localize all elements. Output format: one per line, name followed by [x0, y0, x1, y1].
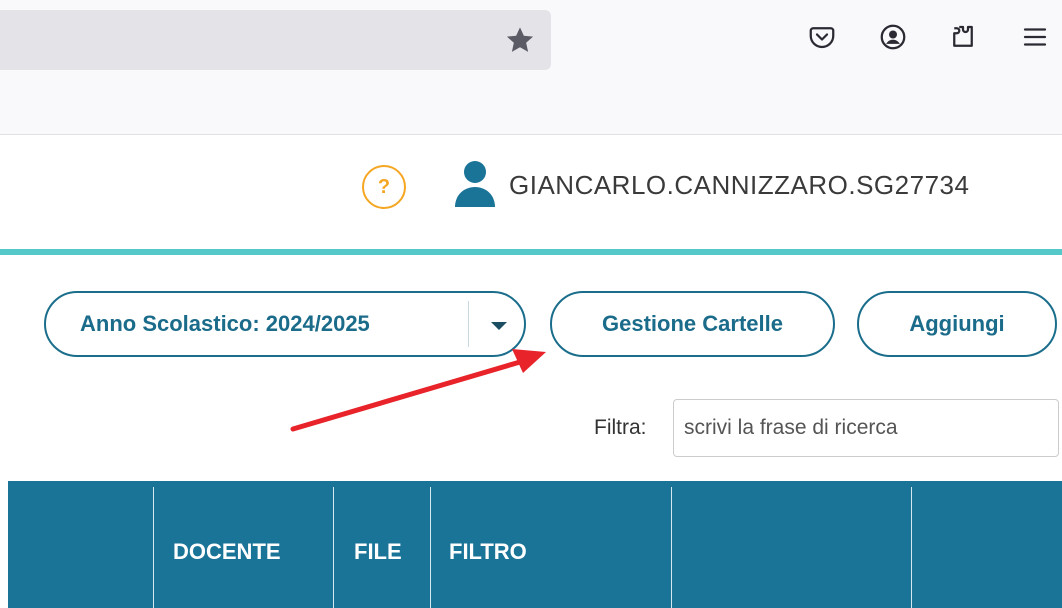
dropdown-separator: [468, 301, 469, 347]
header-divider: [0, 249, 1062, 255]
column-separator: [153, 487, 154, 608]
column-separator: [333, 487, 334, 608]
column-header-filtro[interactable]: FILTRO: [449, 539, 527, 565]
user-name[interactable]: GIANCARLO.CANNIZZARO.SG27734: [509, 170, 969, 201]
help-icon-label: ?: [377, 175, 391, 198]
star-icon[interactable]: [504, 24, 536, 56]
filter-label: Filtra:: [594, 416, 647, 439]
column-header-docente[interactable]: DOCENTE: [173, 539, 281, 565]
pocket-icon[interactable]: [807, 22, 837, 52]
manage-folders-label: Gestione Cartelle: [602, 311, 783, 336]
column-separator: [430, 487, 431, 608]
add-button-label: Aggiungi: [909, 311, 1005, 336]
help-icon[interactable]: ?: [362, 165, 406, 209]
user-icon: [455, 161, 495, 207]
column-separator: [911, 487, 912, 608]
column-header-file[interactable]: FILE: [354, 539, 402, 565]
table-header: DOCENTE FILE FILTRO: [8, 481, 1062, 608]
filter-input[interactable]: [673, 399, 1059, 457]
menu-icon[interactable]: [1020, 22, 1050, 52]
manage-folders-button[interactable]: Gestione Cartelle: [550, 291, 835, 357]
add-button[interactable]: Aggiungi: [857, 291, 1057, 357]
address-bar[interactable]: [0, 10, 551, 70]
caret-down-icon[interactable]: [490, 321, 508, 331]
column-separator: [671, 487, 672, 608]
account-icon[interactable]: [878, 22, 908, 52]
browser-toolbar: [0, 0, 1062, 135]
school-year-label: Anno Scolastico: 2024/2025: [80, 311, 370, 336]
school-year-dropdown[interactable]: Anno Scolastico: 2024/2025: [44, 291, 526, 357]
extensions-icon[interactable]: [948, 22, 978, 52]
